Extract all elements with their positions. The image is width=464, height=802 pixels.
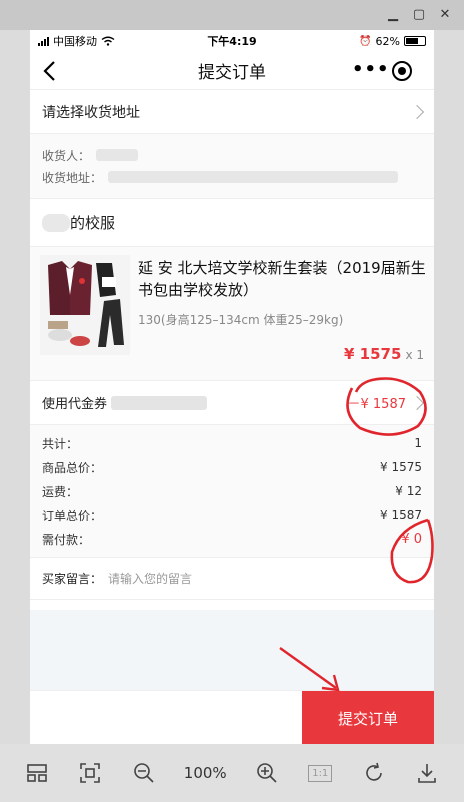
product-qty: x 1 [405, 348, 424, 362]
viewer-toolbar: 100% 1:1 [0, 744, 464, 802]
zoom-out-icon[interactable] [128, 757, 160, 789]
more-icon[interactable]: ••• [352, 61, 390, 79]
summary-label: 运费： [42, 484, 79, 499]
wifi-icon [101, 36, 115, 46]
product-item[interactable]: 延 安 北大培文学校新生套装（2019届新生书包由学校发放） 130(身高125… [30, 247, 434, 381]
alarm-icon: ⏰ [359, 35, 372, 47]
summary-row: 订单总价： ¥ 1587 [42, 503, 422, 527]
buyer-message-input[interactable] [108, 571, 369, 586]
layout-icon[interactable] [21, 757, 53, 789]
amount-due-value: ¥ 0 [401, 531, 422, 547]
order-summary: 共计： 1 商品总价： ¥ 1575 运费： ¥ 12 订单总价： ¥ 1587 需付款… [30, 425, 434, 558]
close-miniprogram-icon[interactable] [392, 61, 412, 81]
voucher-row[interactable]: 使用代金券 －¥ 1587 [30, 381, 434, 425]
chevron-right-icon [409, 104, 425, 119]
summary-value: ¥ 1587 [380, 508, 422, 522]
product-price: ¥ 1575 [344, 345, 402, 363]
submit-order-button[interactable]: 提交订单 [302, 691, 434, 744]
address-selector[interactable]: 请选择收货地址 [30, 90, 434, 134]
actual-size-label: 1:1 [308, 764, 333, 782]
phone-screen: 中国移动 下午4:19 ⏰ 62% 提交订单 ••• 请选择收货地址 收货人： … [30, 30, 434, 744]
redacted-voucher [111, 395, 208, 410]
zoom-in-icon[interactable] [251, 757, 283, 789]
battery-icon [404, 36, 426, 46]
chevron-right-icon [409, 395, 425, 410]
carrier-label: 中国移动 [53, 35, 97, 48]
empty-area [30, 610, 434, 690]
summary-label: 订单总价： [42, 508, 103, 523]
nav-bar: 提交订单 ••• [30, 52, 434, 90]
status-bar: 中国移动 下午4:19 ⏰ 62% [30, 30, 434, 52]
summary-label: 商品总价： [42, 460, 103, 475]
signal-icon [38, 36, 49, 46]
zoom-level: 100% [183, 764, 227, 782]
rotate-icon[interactable] [358, 757, 390, 789]
product-price-block: ¥ 1575 x 1 [344, 345, 424, 363]
maximize-icon[interactable]: ▢ [408, 5, 430, 25]
summary-value: ¥ 1575 [380, 460, 422, 474]
summary-label: 共计： [42, 436, 79, 451]
bottom-bar: 提交订单 [30, 690, 434, 744]
summary-label: 需付款： [42, 532, 91, 547]
viewer-titlebar: ▁ ▢ ✕ [0, 0, 464, 30]
summary-value: 1 [414, 436, 422, 450]
minimize-icon[interactable]: ▁ [382, 5, 404, 25]
close-icon[interactable]: ✕ [434, 5, 456, 25]
download-icon[interactable] [411, 757, 443, 789]
fit-screen-icon[interactable] [74, 757, 106, 789]
summary-row: 需付款： ¥ 0 [42, 527, 422, 551]
address-prompt: 请选择收货地址 [42, 104, 140, 121]
redacted-shop [42, 213, 70, 232]
shop-header: 的校服 [30, 199, 434, 247]
voucher-label: 使用代金券 [42, 397, 108, 412]
back-icon[interactable] [38, 58, 64, 84]
summary-row: 运费： ¥ 12 [42, 479, 422, 503]
battery-percent: 62% [375, 34, 400, 48]
shop-name: 的校服 [70, 214, 116, 232]
buyer-message-label: 买家留言： [42, 572, 103, 586]
product-spec: 130(身高125–134cm 体重25–29kg) [138, 313, 344, 327]
actual-size-icon[interactable]: 1:1 [304, 757, 336, 789]
redacted-name [96, 149, 139, 161]
redacted-address [108, 171, 399, 183]
receiver-address-label: 收货地址： [42, 170, 103, 185]
summary-row: 商品总价： ¥ 1575 [42, 455, 422, 479]
product-image [40, 255, 130, 355]
receiver-info: 收货人： 收货地址： [30, 134, 434, 199]
receiver-name-label: 收货人： [42, 148, 91, 163]
buyer-message-row: 买家留言： [30, 558, 434, 600]
summary-value: ¥ 12 [395, 484, 422, 498]
voucher-value: －¥ 1587 [347, 397, 407, 412]
summary-row: 共计： 1 [42, 431, 422, 455]
product-title: 延 安 北大培文学校新生套装（2019届新生书包由学校发放） [138, 259, 426, 299]
